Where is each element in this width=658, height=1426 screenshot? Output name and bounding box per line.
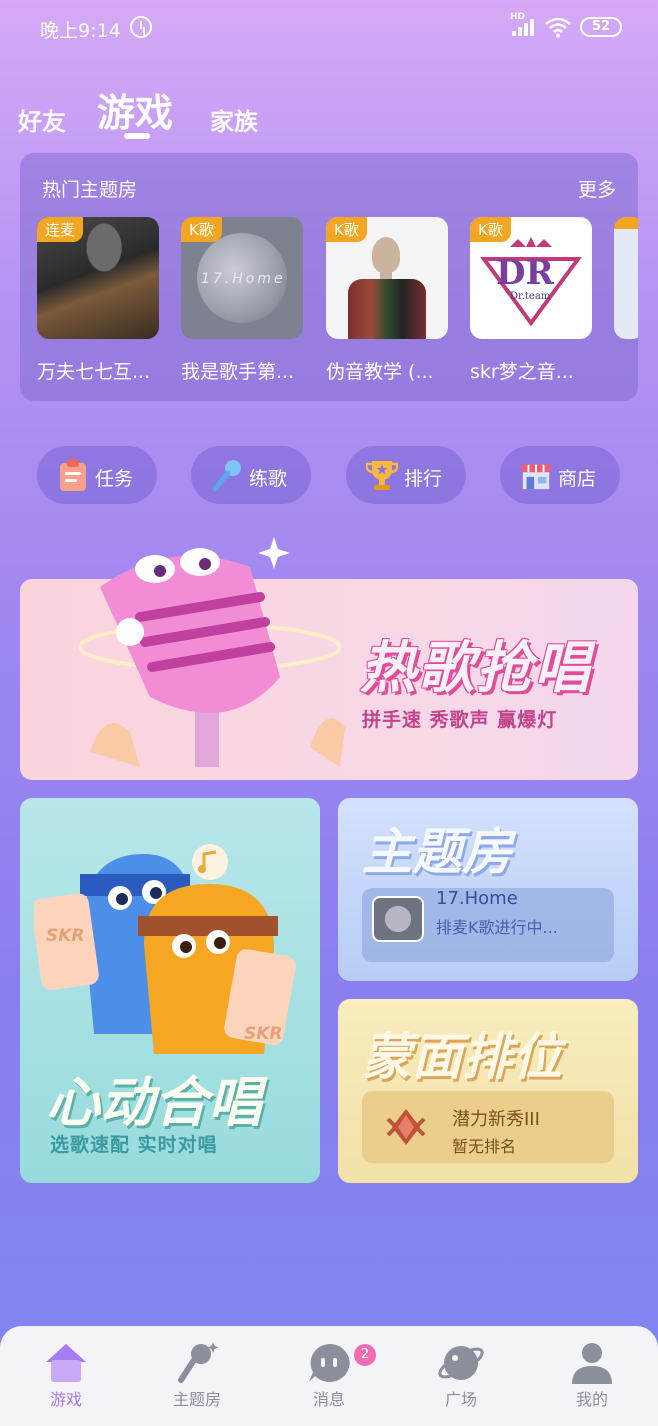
hot-rooms-title: 热门主题房 [42, 179, 138, 201]
nav-label-messages: 消息 [312, 1390, 345, 1409]
room-thumbnail [614, 217, 638, 339]
battery-icon: 52 [580, 17, 622, 37]
theme-room-status: 排麦K歌进行中... [436, 918, 558, 937]
nav-label-profile: 我的 [575, 1390, 608, 1409]
duet-card[interactable]: SKR SKR 心动合唱 选歌速配 实时对唱 [20, 798, 320, 1183]
alarm-icon [130, 16, 152, 38]
theme-room-title: 主题房 [362, 823, 512, 881]
theme-room-card[interactable]: 主题房 17.Home 排麦K歌进行中... [338, 798, 638, 981]
theme-room-name: 17.Home [436, 888, 518, 909]
nav-item-profile[interactable]: 我的 [542, 1340, 642, 1410]
rank-name: 潜力新秀III [452, 1109, 540, 1130]
room-thumb-text: 17.Home [201, 271, 286, 287]
room-name: 我是歌手第... [181, 361, 295, 383]
room-card[interactable]: K歌 伪音教学 (... [326, 217, 448, 384]
shop-label: 商店 [558, 468, 597, 490]
masked-ranking-title: 蒙面排位 [362, 1028, 562, 1086]
microphone-icon [212, 460, 241, 492]
planet-icon [438, 1346, 484, 1380]
ranking-button[interactable]: 排行 [346, 446, 466, 504]
ranking-label: 排行 [404, 468, 443, 490]
task-label: 任务 [95, 468, 134, 490]
hot-song-banner[interactable]: 热歌抢唱 拼手速 秀歌声 赢爆灯 [20, 537, 638, 780]
banner-title: 热歌抢唱 [360, 636, 592, 701]
microphone-mascot-illustration [78, 537, 345, 767]
room-badge: K歌 [181, 217, 222, 242]
tab-active-indicator [124, 133, 150, 139]
task-button[interactable]: 任务 [37, 446, 157, 504]
nav-label-game: 游戏 [49, 1390, 82, 1409]
shop-icon [520, 464, 552, 490]
signal-icon [512, 18, 536, 36]
messages-badge: 2 [354, 1344, 376, 1366]
room-thumb-logo-text: DR [496, 253, 554, 293]
room-name: 伪音教学 (... [326, 361, 434, 383]
room-card[interactable]: DR Dr.team K歌 skr梦之音... [470, 217, 592, 384]
room-card[interactable]: 连麦 万夫七七互... [37, 217, 159, 384]
room-badge: 连麦 [37, 217, 84, 242]
room-badge: K歌 [326, 217, 367, 242]
room-name: 万夫七七互... [37, 361, 151, 383]
nav-label-plaza: 广场 [444, 1390, 477, 1409]
room-card[interactable]: 17.Home K歌 我是歌手第... [181, 217, 303, 384]
trophy-icon [366, 461, 398, 490]
mic-nav-icon [178, 1342, 219, 1383]
room-thumbnail: DR Dr.team K歌 [470, 217, 592, 339]
shop-button[interactable]: 商店 [500, 446, 620, 504]
room-thumbnail: 连麦 [37, 217, 159, 339]
duet-title: 心动合唱 [46, 1071, 262, 1134]
tab-game[interactable]: 游戏 [97, 82, 173, 137]
banner-subtitle: 拼手速 秀歌声 赢爆灯 [362, 709, 558, 731]
skr-badge-right: SKR [244, 1024, 283, 1044]
rank-info: 潜力新秀III 暂无排名 [362, 1091, 614, 1163]
hot-rooms-more-link[interactable]: 更多 [578, 175, 616, 202]
nav-item-theme-room[interactable]: 主题房 [147, 1340, 247, 1410]
room-name: skr梦之音... [470, 361, 574, 383]
theme-room-thumbnail [372, 896, 424, 942]
practice-label: 练歌 [249, 468, 288, 490]
room-badge: K歌 [470, 217, 511, 242]
rank-status: 暂无排名 [452, 1137, 517, 1156]
rank-medal-icon [386, 1109, 426, 1145]
duet-subtitle: 选歌速配 实时对唱 [50, 1134, 218, 1156]
room-thumb-logo-subtext: Dr.team [510, 291, 551, 302]
chat-icon [309, 1343, 350, 1382]
status-bar: 晚上9:14 HD 52 [0, 0, 658, 56]
status-time: 晚上9:14 [40, 20, 121, 42]
nav-item-plaza[interactable]: 广场 [411, 1340, 511, 1410]
clipboard-icon [60, 459, 86, 491]
nav-item-game[interactable]: 游戏 [16, 1340, 116, 1410]
profile-icon [572, 1343, 612, 1384]
room-thumbnail: 17.Home K歌 [181, 217, 303, 339]
room-card-partial[interactable] [614, 217, 638, 339]
bottom-nav: 游戏 主题房 消息 广场 我的 [0, 1326, 658, 1426]
home-icon [46, 1344, 86, 1382]
masked-ranking-card[interactable]: 蒙面排位 潜力新秀III 暂无排名 [338, 999, 638, 1183]
tab-family[interactable]: 家族 [210, 102, 258, 137]
skr-badge-left: SKR [46, 926, 85, 946]
wifi-icon [545, 17, 571, 38]
nav-label-theme-room: 主题房 [172, 1390, 221, 1409]
tab-friends[interactable]: 好友 [18, 102, 66, 137]
hot-rooms-card: 热门主题房 更多 连麦 万夫七七互... 17.Home K歌 我是歌手第...… [20, 153, 638, 401]
practice-button[interactable]: 练歌 [191, 446, 311, 504]
theme-room-item[interactable]: 17.Home 排麦K歌进行中... [362, 888, 614, 962]
room-thumbnail: K歌 [326, 217, 448, 339]
